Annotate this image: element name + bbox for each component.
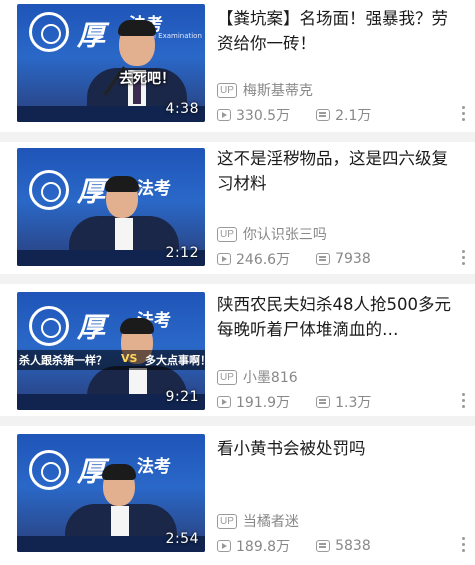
video-card-2[interactable]: 厚 法考 2:12 这不是淫秽物品，这是四六级复习材料 UP 你认识张三吗 24… [0,142,475,274]
uploader-name[interactable]: 梅斯基蒂克 [243,80,313,100]
more-options-icon[interactable] [461,537,465,555]
thumbnail-caption-banner: 杀人跟杀猪一样？ VS 多大点事啊！ [17,350,205,370]
brand-text-secondary: 法考 [137,457,171,477]
danmaku-icon [316,109,331,121]
presenter-hair [102,464,136,480]
danmaku-count: 1.3万 [335,395,372,411]
brand-logo-icon [29,12,69,52]
presenter-hair [120,318,154,334]
video-thumbnail[interactable]: 厚 法考 2:12 [17,148,205,266]
view-count: 330.5万 [236,108,291,124]
danmaku-icon [316,540,331,552]
video-title[interactable]: 看小黄书会被处罚吗 [217,436,462,461]
brand-logo-icon [29,450,69,490]
view-count: 246.6万 [236,252,291,268]
play-count-icon [217,396,231,408]
danmaku-icon [316,253,331,265]
video-card-1[interactable]: 厚 法考 Judicial Examination 去死吧！ 4:38 【粪坑案… [0,0,475,132]
brand-text-secondary: 法考 [137,179,171,199]
video-title[interactable]: 这不是淫秽物品，这是四六级复习材料 [217,146,462,196]
video-duration: 4:38 [165,101,199,117]
play-count-icon [217,109,231,121]
brand-logo-icon [29,170,69,210]
view-count: 191.9万 [236,395,291,411]
video-thumbnail[interactable]: 厚 法考 2:54 [17,434,205,552]
danmaku-icon [316,396,331,408]
thumbnail-caption: 去死吧！ [119,71,175,87]
danmaku-count: 5838 [335,538,371,554]
uploader-name[interactable]: 当橘者迷 [243,511,299,531]
uploader-row[interactable]: UP 当橘者迷 [217,511,299,531]
video-title[interactable]: 陕西农民夫妇杀48人抢500多元 每晚听着尸体堆滴血的… [217,292,462,342]
brand-logo-icon [29,306,69,346]
more-options-icon[interactable] [461,250,465,268]
thumbnail-caption-left: 杀人跟杀猪一样？ [19,354,107,367]
uploader-row[interactable]: UP 梅斯基蒂克 [217,80,313,100]
video-card-4[interactable]: 厚 法考 2:54 看小黄书会被处罚吗 UP 当橘者迷 189.8万 5838 [0,426,475,565]
danmaku-count: 7938 [335,251,371,267]
thumbnail-caption-vs: VS [121,352,138,365]
brand-text: 厚 [77,175,108,208]
uploader-row[interactable]: UP 你认识张三吗 [217,224,327,244]
brand-text: 厚 [77,311,108,344]
video-thumbnail[interactable]: 厚 法考 Judicial Examination 去死吧！ 4:38 [17,4,205,122]
uploader-badge-icon: UP [217,369,237,385]
play-count-icon [217,253,231,265]
uploader-badge-icon: UP [217,82,237,98]
presenter-hair [105,176,139,192]
video-duration: 2:54 [165,531,199,547]
brand-text: 厚 [77,19,108,52]
uploader-badge-icon: UP [217,226,237,242]
video-list: 厚 法考 Judicial Examination 去死吧！ 4:38 【粪坑案… [0,0,475,565]
stats-row: 330.5万 2.1万 [217,105,397,125]
stats-row: 191.9万 1.3万 [217,392,397,412]
view-count: 189.8万 [236,539,291,555]
uploader-row[interactable]: UP 小墨816 [217,367,298,387]
play-count-icon [217,540,231,552]
video-thumbnail[interactable]: 厚 法考 杀人跟杀猪一样？ VS 多大点事啊！ 9:21 [17,292,205,410]
uploader-name[interactable]: 你认识张三吗 [243,224,327,244]
stats-row: 246.6万 7938 [217,249,397,269]
more-options-icon[interactable] [461,106,465,124]
video-duration: 2:12 [165,245,199,261]
more-options-icon[interactable] [461,393,465,411]
video-title[interactable]: 【粪坑案】名场面！强暴我？劳资给你一砖！ [217,6,462,56]
video-card-3[interactable]: 厚 法考 杀人跟杀猪一样？ VS 多大点事啊！ 9:21 陕西农民夫妇杀48人抢… [0,284,475,416]
danmaku-count: 2.1万 [335,108,372,124]
video-duration: 9:21 [165,389,199,405]
uploader-name[interactable]: 小墨816 [243,367,298,387]
uploader-badge-icon: UP [217,513,237,529]
thumbnail-caption-right: 多大点事啊！ [145,354,205,367]
stats-row: 189.8万 5838 [217,536,397,556]
presenter-hair [118,20,156,36]
